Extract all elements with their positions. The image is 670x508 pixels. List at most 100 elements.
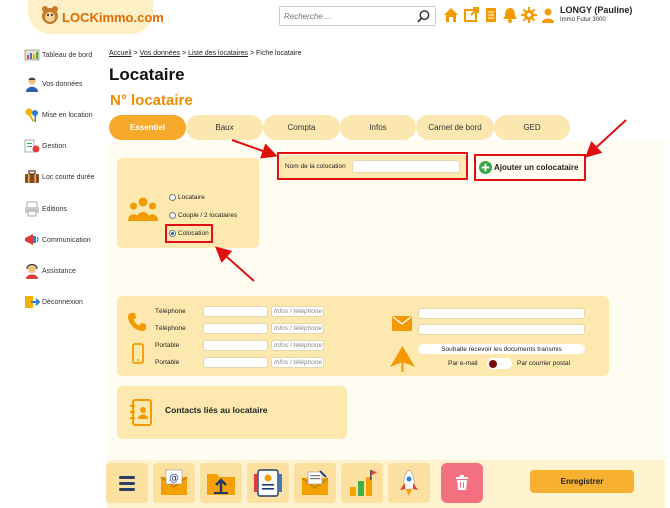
id-card-icon	[254, 469, 282, 497]
breadcrumb-link-vos-donnees[interactable]: Vos données	[140, 50, 180, 57]
radio-couple[interactable]: Couple / 2 locataires	[169, 212, 237, 219]
menu-button[interactable]	[106, 463, 148, 503]
sidebar-item-label: Vos données	[42, 80, 83, 88]
toggle-knob	[489, 359, 497, 368]
mobile-label: Portable	[155, 359, 180, 366]
tab-baux[interactable]: Baux	[186, 115, 263, 140]
sidebar-item-label: Editions	[42, 205, 67, 213]
mobile-phone-icon	[132, 343, 144, 364]
mobile-info-input[interactable]: Infos / téléphone	[271, 357, 324, 368]
dashboard-icon	[24, 49, 40, 61]
radio-label: Couple / 2 locataires	[178, 212, 238, 219]
external-link-icon[interactable]	[463, 7, 479, 23]
communication-icon	[25, 234, 39, 245]
sidebar-item-gestion[interactable]: Gestion	[24, 136, 116, 156]
phone-label: Téléphone	[155, 325, 186, 332]
tab-carnet-de-bord[interactable]: Carnet de bord	[416, 115, 494, 140]
logo[interactable]: LOCKimmo.com	[62, 10, 164, 25]
logo-mascot-icon	[42, 6, 58, 24]
keys-icon	[25, 108, 38, 122]
sidebar-item-label: Communication	[42, 236, 91, 244]
phone-input[interactable]	[203, 323, 268, 334]
sidebar-item-label: Loc courte durée	[42, 173, 95, 181]
tab-essentiel[interactable]: Essentiel	[109, 115, 186, 140]
sidebar-item-loc-courte-duree[interactable]: Loc courte durée	[24, 167, 116, 187]
phone-info-input[interactable]: Infos / téléphone	[271, 306, 324, 317]
logout-icon	[25, 296, 40, 308]
page-subtitle: N° locataire	[110, 92, 193, 109]
folder-upload-icon	[207, 474, 235, 495]
svg-text:@: @	[169, 473, 179, 484]
breadcrumb-link-accueil[interactable]: Accueil	[109, 50, 132, 57]
radio-button[interactable]	[169, 194, 176, 201]
letter-icon	[301, 470, 329, 495]
sidebar-item-mise-en-location[interactable]: Mise en location	[24, 105, 116, 125]
search-icon[interactable]	[416, 9, 431, 24]
mobile-label: Portable	[155, 342, 180, 349]
breadcrumb-current: Fiche locataire	[255, 50, 302, 57]
tab-ged[interactable]: GED	[494, 115, 570, 140]
mobile-input[interactable]	[203, 357, 268, 368]
sidebar-item-vos-donnees[interactable]: Vos données	[24, 74, 116, 94]
letter-button[interactable]	[294, 463, 336, 503]
breadcrumb-link-liste-locataires[interactable]: Liste des locataires	[188, 50, 248, 57]
email-input-2[interactable]	[418, 324, 585, 335]
sidebar-item-label: Déconnexion	[42, 298, 83, 306]
breadcrumb-separator: >	[182, 50, 187, 57]
trash-icon	[456, 475, 468, 490]
sidebar-item-communication[interactable]: Communication	[24, 230, 116, 250]
email-button[interactable]: @	[153, 463, 195, 503]
contacts-title: Contacts liés au locataire	[165, 405, 268, 415]
sidebar-item-dashboard[interactable]: Tableau de bord	[24, 45, 116, 65]
phone-label: Téléphone	[155, 308, 186, 315]
by-email-label: Par e-mail	[448, 360, 478, 367]
breadcrumb-separator: >	[249, 50, 255, 57]
sidebar-item-label: Gestion	[42, 142, 67, 150]
address-book-icon	[130, 399, 152, 426]
phone-input[interactable]	[203, 306, 268, 317]
radio-locataire[interactable]: Locataire	[169, 194, 205, 201]
rocket-icon	[400, 469, 418, 496]
print-icon	[25, 201, 39, 217]
user-icon[interactable]	[540, 7, 556, 23]
gear-icon[interactable]	[521, 7, 537, 23]
phone-info-input[interactable]: Infos / téléphone	[271, 323, 324, 334]
radio-button[interactable]	[169, 212, 176, 219]
save-button[interactable]: Enregistrer	[530, 470, 634, 493]
menu-icon	[119, 476, 135, 491]
launch-button[interactable]	[388, 463, 430, 503]
email-icon: @	[160, 469, 188, 495]
delivery-toggle[interactable]	[487, 358, 512, 369]
annotation-highlight-add-colocataire	[474, 154, 586, 181]
management-icon	[24, 139, 40, 153]
upload-folder-button[interactable]	[200, 463, 242, 503]
paper-plane-icon	[390, 346, 415, 372]
mobile-info-input[interactable]: Infos / téléphone	[271, 340, 324, 351]
page-title: Locataire	[109, 65, 185, 84]
id-card-button[interactable]	[247, 463, 289, 503]
support-icon	[26, 263, 38, 279]
annotation-highlight-colocation-name	[277, 152, 468, 180]
email-input-1[interactable]	[418, 308, 585, 319]
document-icon[interactable]	[483, 7, 499, 23]
annotation-highlight-colocation	[165, 224, 213, 243]
mobile-input[interactable]	[203, 340, 268, 351]
sidebar-item-assistance[interactable]: Assistance	[24, 261, 116, 281]
user-company: Immo Futur 3000	[560, 17, 606, 23]
stats-button[interactable]	[341, 463, 383, 503]
sidebar-item-label: Mise en location	[42, 111, 93, 119]
group-icon	[128, 197, 158, 221]
user-name[interactable]: LONGY (Pauline)	[560, 5, 632, 15]
email-icon	[392, 316, 412, 331]
sidebar-item-label: Assistance	[42, 267, 76, 275]
sidebar-item-label: Tableau de bord	[42, 51, 93, 59]
tab-compta[interactable]: Compta	[263, 115, 340, 140]
bell-icon[interactable]	[502, 7, 518, 23]
chart-icon	[350, 470, 377, 496]
tab-infos[interactable]: Infos	[340, 115, 416, 140]
sidebar-item-editions[interactable]: Editions	[24, 199, 116, 219]
search-input[interactable]	[284, 9, 410, 24]
home-icon[interactable]	[443, 7, 459, 23]
sidebar-item-deconnexion[interactable]: Déconnexion	[24, 292, 116, 312]
delete-button[interactable]	[441, 463, 483, 503]
